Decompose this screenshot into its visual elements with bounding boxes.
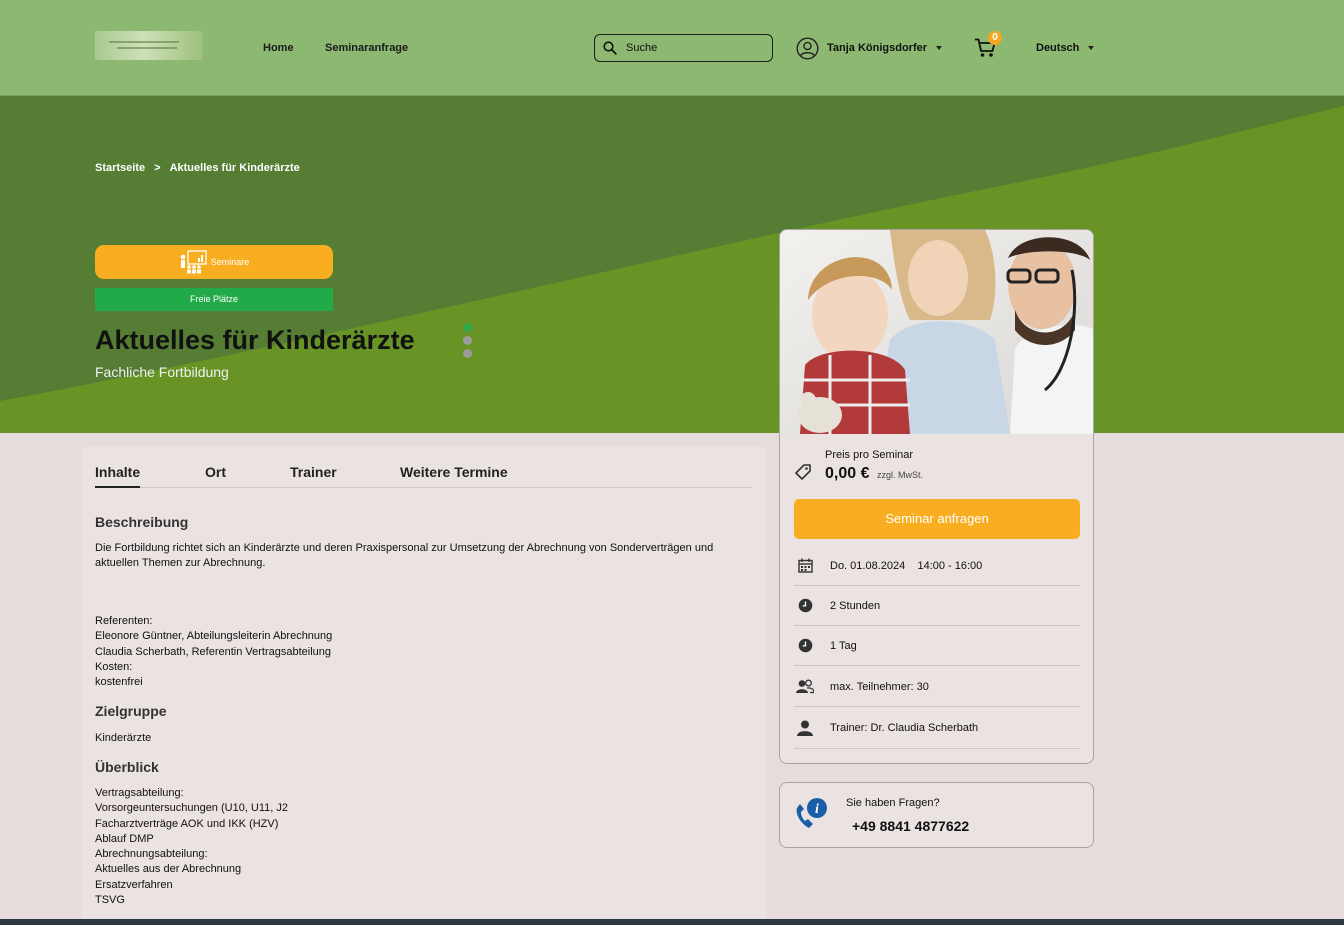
seminar-info-card: Preis pro Seminar 0,00 € zzgl. MwSt. Sem… xyxy=(779,229,1094,764)
search-box[interactable] xyxy=(594,34,773,62)
cart-count-badge: 0 xyxy=(988,31,1002,45)
price-tag-icon xyxy=(795,464,811,480)
footer-bar xyxy=(0,919,1344,925)
chevron-down-icon xyxy=(1088,46,1095,50)
text-line: TSVG xyxy=(95,894,125,907)
users-icon xyxy=(794,679,816,694)
tab-bar: Inhalte Ort Trainer Weitere Termine xyxy=(95,464,752,488)
breadcrumb-separator: > xyxy=(154,162,161,174)
info-text: Do. 01.08.2024 14:00 - 16:00 xyxy=(830,559,983,572)
language-selector[interactable]: Deutsch xyxy=(1036,42,1095,54)
info-text: max. Teilnehmer: 30 xyxy=(830,680,929,693)
seminar-request-button[interactable]: Seminar anfragen xyxy=(794,499,1080,539)
nav-seminaranfrage[interactable]: Seminaranfrage xyxy=(325,42,408,54)
site-header: Home Seminaranfrage Tanja Königsdorfer 0… xyxy=(0,0,1344,96)
info-text: Trainer: Dr. Claudia Scherbath xyxy=(830,722,979,734)
text-line: Vorsorgeuntersuchungen (U10, U11, J2 xyxy=(95,802,289,815)
search-input[interactable] xyxy=(626,40,766,56)
info-row-trainer: Trainer: Dr. Claudia Scherbath xyxy=(794,708,1080,749)
overview-list: Vertragsabteilung: Vorsorgeuntersuchunge… xyxy=(95,786,755,908)
help-question: Sie haben Fragen? xyxy=(846,797,940,809)
calendar-icon xyxy=(794,558,816,573)
clock-icon xyxy=(794,638,816,653)
text-line: Claudia Scherbath, Referentin Vertragsab… xyxy=(95,645,332,658)
price-label: Preis pro Seminar xyxy=(825,449,914,461)
carousel-dot[interactable] xyxy=(463,349,472,358)
info-row-duration: 2 Stunden xyxy=(794,586,1080,626)
svg-text:i: i xyxy=(815,802,819,817)
nav-home[interactable]: Home xyxy=(263,42,294,54)
section-heading-description: Beschreibung xyxy=(95,514,189,530)
text-line: Facharztverträge AOK und IKK (HZV) xyxy=(95,817,279,830)
phone-info-icon: i xyxy=(796,798,827,828)
section-heading-overview: Überblick xyxy=(95,759,159,775)
tab-inhalte[interactable]: Inhalte xyxy=(95,464,141,488)
search-icon xyxy=(603,41,617,55)
site-logo[interactable] xyxy=(95,31,203,60)
person-icon xyxy=(794,720,816,736)
breadcrumb-current: Aktuelles für Kinderärzte xyxy=(169,162,300,174)
text-line: kostenfrei xyxy=(95,676,143,689)
user-menu[interactable]: Tanja Königsdorfer xyxy=(796,36,943,60)
tab-trainer[interactable]: Trainer xyxy=(290,464,337,488)
info-text: 2 Stunden xyxy=(830,599,881,612)
category-label: Seminare xyxy=(210,257,250,267)
info-row-date: Do. 01.08.2024 14:00 - 16:00 xyxy=(794,546,1080,586)
price-note: zzgl. MwSt. xyxy=(877,470,924,480)
help-contact-box: i Sie haben Fragen? +49 8841 4877622 xyxy=(779,782,1094,848)
tab-weitere-termine[interactable]: Weitere Termine xyxy=(400,464,508,488)
page-subtitle: Fachliche Fortbildung xyxy=(95,364,229,380)
tab-ort[interactable]: Ort xyxy=(205,464,226,488)
text-line: Ablauf DMP xyxy=(95,832,154,845)
page-title: Aktuelles für Kinderärzte xyxy=(95,325,415,355)
category-seminare-button[interactable]: Seminare xyxy=(95,245,333,279)
user-name: Tanja Königsdorfer xyxy=(827,42,928,54)
carousel-dot[interactable] xyxy=(463,323,472,332)
info-row-days: 1 Tag xyxy=(794,626,1080,666)
description-text: Die Fortbildung richtet sich an Kinderär… xyxy=(95,542,714,570)
breadcrumb: Startseite > Aktuelles für Kinderärzte xyxy=(95,162,300,174)
info-text: 1 Tag xyxy=(830,639,857,652)
breadcrumb-home[interactable]: Startseite xyxy=(95,162,145,174)
text-line: Eleonore Güntner, Abteilungsleiterin Abr… xyxy=(95,630,333,643)
language-label: Deutsch xyxy=(1036,42,1080,54)
description-details: Referenten: Eleonore Güntner, Abteilungs… xyxy=(95,614,755,690)
phone-number-link[interactable]: +49 8841 4877622 xyxy=(852,818,969,834)
carousel-dots xyxy=(463,323,472,362)
text-line: Vertragsabteilung: xyxy=(95,787,184,799)
user-avatar-icon xyxy=(796,36,819,60)
text-line: Kosten: xyxy=(95,660,133,673)
text-line: Aktuelles aus der Abrechnung xyxy=(95,863,242,876)
availability-badge: Freie Plätze xyxy=(95,288,333,311)
text-line: Referenten: xyxy=(95,615,153,627)
chevron-down-icon xyxy=(936,46,943,50)
audience-text: Kinderärzte xyxy=(95,732,152,744)
info-row-participants: max. Teilnehmer: 30 xyxy=(794,667,1080,707)
clock-icon xyxy=(794,598,816,613)
text-line: Abrechnungsabteilung: xyxy=(95,848,208,861)
carousel-dot[interactable] xyxy=(463,336,472,345)
text-line: Ersatzverfahren xyxy=(95,878,173,891)
seminar-photo xyxy=(780,230,1093,434)
seminar-presentation-icon xyxy=(180,250,207,274)
price-value: 0,00 € xyxy=(825,465,870,482)
content-panel: Inhalte Ort Trainer Weitere Termine Besc… xyxy=(82,447,766,925)
section-heading-audience: Zielgruppe xyxy=(95,703,167,719)
